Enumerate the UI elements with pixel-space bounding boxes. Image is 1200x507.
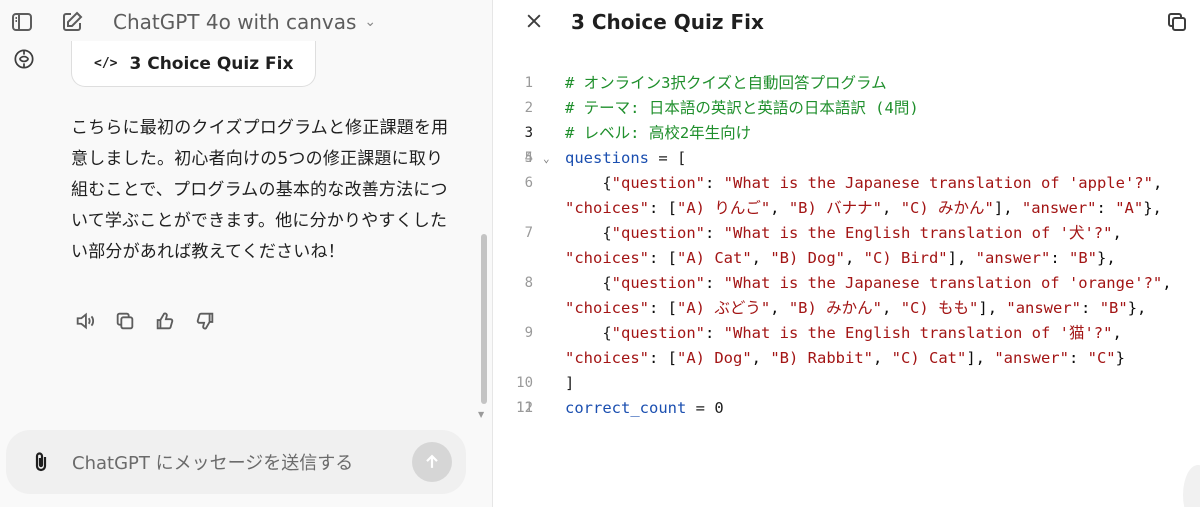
sidebar-toggle-icon xyxy=(12,13,32,31)
code-editor[interactable]: 1 # オンライン3択クイズと自動回答プログラム 2 # テーマ: 日本語の英訳と英語… xyxy=(493,71,1200,421)
line-gutter: 10 xyxy=(493,371,565,396)
line-gutter: 8 xyxy=(493,271,565,321)
speaker-icon xyxy=(76,312,95,330)
send-button[interactable] xyxy=(412,442,452,482)
canvas-card[interactable]: </> 3 Choice Quiz Fix xyxy=(71,41,316,87)
chevron-down-icon: ⌄ xyxy=(364,14,377,30)
code-line-text: correct_count = 0 xyxy=(565,399,724,417)
code-line-text: # オンライン3択クイズと自動回答プログラム xyxy=(565,74,887,92)
code-line-text: questions = [ xyxy=(565,149,687,167)
scroll-to-bottom-button[interactable] xyxy=(1183,465,1200,507)
paperclip-icon xyxy=(35,452,47,472)
copy-icon xyxy=(116,312,134,330)
code-line-text: ] xyxy=(565,374,575,392)
line-gutter: 1 xyxy=(493,71,565,96)
line-number: 3 xyxy=(524,125,533,141)
code-line-text: # テーマ: 日本語の英訳と英語の日本語訳 (4問) xyxy=(565,99,919,117)
chat-panel: ChatGPT 4o with canvas ⌄ </> 3 Choice Qu… xyxy=(0,0,492,507)
line-gutter: 12 xyxy=(493,396,565,421)
chat-scrollbar-thumb[interactable] xyxy=(481,234,487,404)
code-line[interactable]: 3 # レベル: 高校2年生向け xyxy=(493,121,1200,146)
code-line-text: {"question": "What is the Japanese trans… xyxy=(565,174,1172,217)
copy-button[interactable] xyxy=(114,310,136,332)
message-actions xyxy=(74,310,216,332)
canvas-title: 3 Choice Quiz Fix xyxy=(571,10,764,34)
line-number: 2 xyxy=(524,100,533,116)
model-selector[interactable]: ChatGPT 4o with canvas ⌄ xyxy=(113,9,376,35)
line-number: 7 xyxy=(524,225,533,241)
canvas-card-label: 3 Choice Quiz Fix xyxy=(129,53,294,74)
message-input[interactable] xyxy=(70,448,394,478)
openai-logo-icon xyxy=(14,49,34,69)
line-gutter: 3 xyxy=(493,121,565,146)
copy-code-button[interactable] xyxy=(1163,8,1191,36)
canvas-panel: 3 Choice Quiz Fix 1 # オンライン3択クイズと自動回答プログラ… xyxy=(492,0,1200,507)
code-line[interactable]: 1 # オンライン3択クイズと自動回答プログラム xyxy=(493,71,1200,96)
thumbs-down-button[interactable] xyxy=(194,310,216,332)
assistant-message: こちらに最初のクイズプログラムと修正課題を用意しました。初心者向けの5つの修正課… xyxy=(71,118,449,262)
close-canvas-button[interactable] xyxy=(521,8,547,34)
line-number: 9 xyxy=(524,325,533,341)
copy-icon xyxy=(1168,13,1186,31)
thumbs-down-icon xyxy=(196,312,214,330)
scroll-down-arrow-icon[interactable]: ▼ xyxy=(478,410,484,419)
line-gutter: 6 xyxy=(493,171,565,221)
message-composer xyxy=(6,430,466,494)
line-number: 10 xyxy=(516,375,533,391)
code-line[interactable]: 8 {"question": "What is the Japanese tra… xyxy=(493,271,1200,321)
arrow-up-icon xyxy=(426,454,438,468)
line-number: 8 xyxy=(524,275,533,291)
line-gutter: 9 xyxy=(493,321,565,371)
line-gutter: 7 xyxy=(493,221,565,271)
code-line[interactable]: 2 # テーマ: 日本語の英訳と英語の日本語訳 (4問) xyxy=(493,96,1200,121)
sidebar-toggle-button[interactable] xyxy=(6,6,38,38)
thumbs-up-button[interactable] xyxy=(154,310,176,332)
line-number: 6 xyxy=(524,175,533,191)
code-line-text: {"question": "What is the English transl… xyxy=(565,224,1132,267)
code-icon: </> xyxy=(94,56,118,71)
code-line[interactable]: 7 {"question": "What is the English tran… xyxy=(493,221,1200,271)
line-gutter: 5 ⌄ xyxy=(493,146,565,171)
code-line-text: {"question": "What is the Japanese trans… xyxy=(565,274,1181,317)
close-icon xyxy=(527,14,541,28)
code-line-text: # レベル: 高校2年生向け xyxy=(565,124,752,142)
model-title: ChatGPT 4o with canvas xyxy=(113,10,357,34)
read-aloud-button[interactable] xyxy=(74,310,96,332)
line-number: 1 xyxy=(524,75,533,91)
fold-chevron-icon[interactable]: ⌄ xyxy=(543,146,550,171)
code-line[interactable]: 10] xyxy=(493,371,1200,396)
code-line-text: {"question": "What is the English transl… xyxy=(565,324,1132,367)
attach-button[interactable] xyxy=(28,449,54,475)
new-chat-button[interactable] xyxy=(56,6,88,38)
edit-icon xyxy=(63,11,83,31)
code-line[interactable]: 6 {"question": "What is the Japanese tra… xyxy=(493,171,1200,221)
code-line[interactable]: 9 {"question": "What is the English tran… xyxy=(493,321,1200,371)
thumbs-up-icon xyxy=(156,312,174,330)
line-gutter: 2 xyxy=(493,96,565,121)
code-line[interactable]: 12 correct_count = 0 xyxy=(493,396,1200,421)
code-line[interactable]: 5 ⌄ questions = [ xyxy=(493,146,1200,171)
line-number: 5 xyxy=(524,150,533,166)
assistant-avatar xyxy=(6,44,42,74)
line-number: 12 xyxy=(516,400,533,416)
